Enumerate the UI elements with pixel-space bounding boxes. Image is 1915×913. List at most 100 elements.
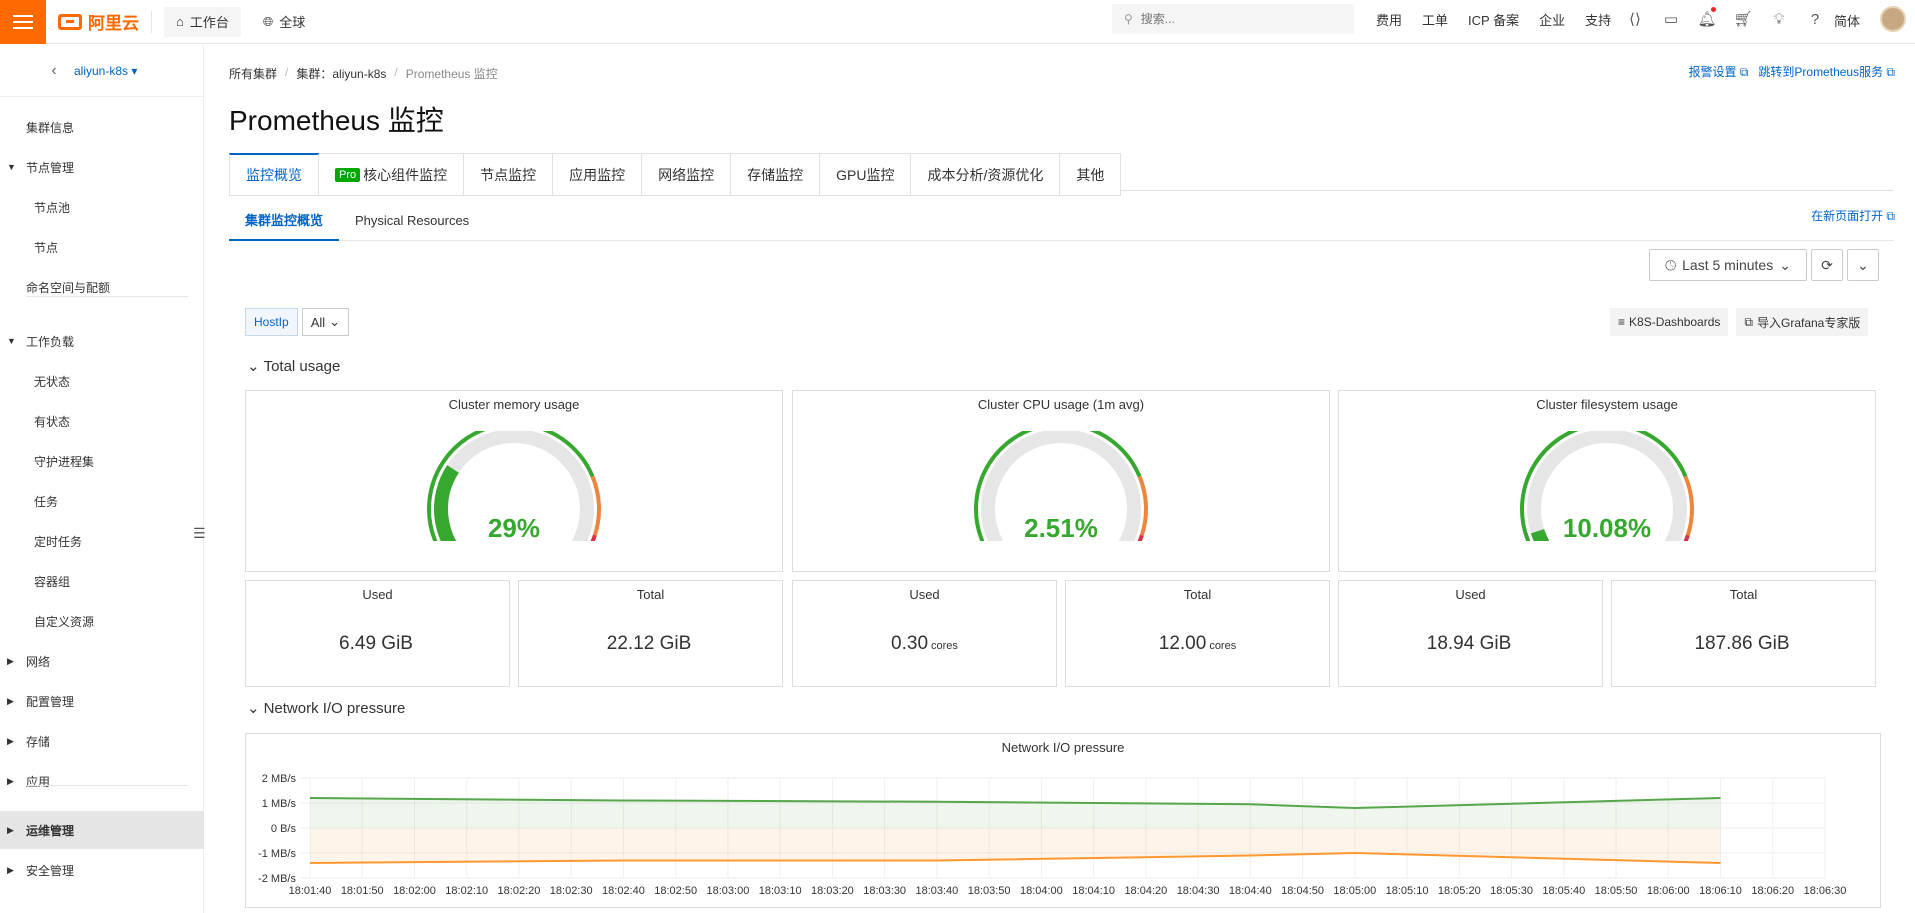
sidebar-item[interactable]: 有状态: [0, 402, 204, 440]
sidebar-item[interactable]: 容器组: [0, 562, 204, 600]
stat-title: Used: [362, 587, 393, 602]
stat-value: 18.94 GiB: [1339, 633, 1602, 655]
open-new-page-link[interactable]: 在新页面打开 ⧉: [1811, 207, 1895, 224]
hostip-select[interactable]: All ⌄: [301, 308, 350, 336]
tab-app[interactable]: 应用监控: [553, 153, 643, 196]
sidebar-item[interactable]: 节点: [0, 228, 204, 266]
search-input[interactable]: [1140, 12, 1321, 26]
sidebar-item[interactable]: ▶ 配置管理: [0, 682, 204, 720]
x-tick-label: 18:06:30: [1804, 885, 1847, 897]
stat-panel: Total 22.12 GiB: [518, 580, 783, 687]
main-content: 所有集群 / 集群：aliyun-k8s / Prometheus 监控 报警设置 …: [204, 45, 1915, 913]
sidebar-item[interactable]: 定时任务: [0, 522, 204, 560]
top-link-enterprise[interactable]: 企业: [1539, 10, 1565, 29]
region-selector[interactable]: 🌐︎ 全球: [263, 12, 305, 31]
menu-icon[interactable]: [0, 0, 46, 44]
x-tick-label: 18:06:10: [1699, 885, 1742, 897]
row-total-usage[interactable]: ⌄ Total usage: [247, 357, 341, 376]
tab-label: 存储监控: [747, 166, 804, 183]
x-tick-label: 18:01:40: [289, 885, 332, 897]
sidebar-item-label: 定时任务: [34, 534, 83, 549]
panel-title: Cluster CPU usage (1m avg): [977, 397, 1145, 412]
x-tick-label: 18:02:30: [550, 885, 593, 897]
row-title: Total usage: [263, 357, 341, 375]
refresh-interval-button[interactable]: ⌄: [1847, 249, 1879, 281]
sidebar-item[interactable]: 自定义资源: [0, 602, 204, 640]
sidebar-item-label: 配置管理: [26, 694, 75, 709]
header-actions: 报警设置 ⧉ 跳转到Prometheus服务 ⧉: [1688, 63, 1895, 80]
y-tick-label: 0 B/s: [271, 823, 297, 835]
expand-icon: ▶: [7, 824, 14, 835]
stat-panel: Used 0.30 cores: [792, 580, 1057, 687]
breadcrumb-all-clusters[interactable]: 所有集群: [229, 65, 277, 82]
panel-title: Network I/O pressure: [1001, 740, 1125, 755]
stat-number: 6.49 GiB: [339, 633, 413, 654]
top-link-ticket[interactable]: 工单: [1422, 10, 1448, 29]
sidebar-item[interactable]: 守护进程集: [0, 442, 204, 480]
tab-core-components[interactable]: Pro 核心组件监控: [319, 153, 465, 196]
x-tick-label: 18:04:40: [1229, 885, 1272, 897]
sidebar-item[interactable]: 节点池: [0, 188, 204, 226]
sidebar-item-label: 守护进程集: [34, 454, 95, 469]
sidebar-item[interactable]: ▶ 运维管理: [0, 811, 204, 849]
k8s-dashboards-link[interactable]: ≡ K8S-Dashboards: [1610, 308, 1729, 336]
top-link-icp[interactable]: ICP 备案: [1468, 10, 1519, 29]
jump-prometheus-link[interactable]: 跳转到Prometheus服务 ⧉: [1758, 63, 1895, 80]
tab-network[interactable]: 网络监控: [642, 153, 732, 196]
breadcrumb-cluster[interactable]: 集群：aliyun-k8s: [296, 65, 386, 82]
workbench-button[interactable]: ⌂ 工作台: [164, 6, 241, 37]
back-arrow-icon[interactable]: ‹: [34, 62, 74, 80]
alert-settings-link[interactable]: 报警设置 ⧉: [1688, 63, 1748, 80]
tab-label: 应用监控: [569, 166, 626, 183]
dashboard-links: ≡ K8S-Dashboards ⧉ 导入Grafana专家版: [1610, 308, 1869, 336]
cluster-selector[interactable]: aliyun-k8s ▾: [74, 64, 137, 78]
stat-panel: Used 6.49 GiB: [245, 580, 510, 687]
sidebar-item[interactable]: ▶ 应用: [0, 762, 204, 800]
tab-label: 成本分析/资源优化: [927, 166, 1044, 183]
language-switch[interactable]: 简体: [1834, 11, 1860, 30]
subtab-cluster-overview[interactable]: 集群监控概览: [229, 199, 340, 241]
sidebar-item[interactable]: ▼ 节点管理: [0, 148, 204, 186]
x-tick-label: 18:03:20: [811, 885, 854, 897]
terminal-icon[interactable]: ▭: [1653, 10, 1689, 28]
subtab-physical-resources[interactable]: Physical Resources: [339, 199, 485, 241]
tab-gpu[interactable]: GPU监控: [820, 153, 912, 196]
bulb-icon[interactable]: 💡︎: [1761, 11, 1797, 28]
y-tick-label: 2 MB/s: [262, 773, 297, 785]
brand-logo[interactable]: 阿里云: [58, 9, 139, 34]
time-range-button[interactable]: 🕓︎ Last 5 minutes ⌄: [1649, 249, 1807, 281]
top-link-billing[interactable]: 费用: [1376, 10, 1402, 29]
breadcrumb-current: Prometheus 监控: [405, 67, 498, 81]
sidebar-item[interactable]: ▶ 安全管理: [0, 851, 204, 889]
refresh-button[interactable]: ⟳: [1811, 249, 1843, 281]
sidebar-item[interactable]: 集群信息: [0, 108, 204, 146]
grafana-import-link[interactable]: ⧉ 导入Grafana专家版: [1736, 308, 1869, 336]
sidebar-item[interactable]: 命名空间与配额: [0, 268, 204, 306]
row-network[interactable]: ⌄ Network I/O pressure: [247, 699, 405, 718]
help-icon[interactable]: ?: [1797, 11, 1833, 28]
tab-overview[interactable]: 监控概览: [229, 153, 319, 196]
sidebar-item[interactable]: ▶ 存储: [0, 722, 204, 760]
sidebar-item-label: 命名空间与配额: [26, 280, 111, 295]
open-new-page-label: 在新页面打开: [1811, 209, 1884, 223]
tab-node[interactable]: 节点监控: [464, 153, 554, 196]
tab-label: 网络监控: [658, 166, 715, 183]
k8s-dashboards-label: K8S-Dashboards: [1629, 315, 1721, 329]
workbench-label: 工作台: [189, 15, 229, 30]
stat-value: 6.49 GiB: [246, 633, 509, 655]
search-box[interactable]: ⚲: [1112, 4, 1354, 34]
sidebar-item[interactable]: ▼ 工作负载: [0, 322, 204, 360]
bell-icon[interactable]: 🔔︎: [1689, 7, 1725, 28]
tab-other[interactable]: 其他: [1060, 153, 1122, 196]
sidebar-item[interactable]: 无状态: [0, 362, 204, 400]
stat-title: Used: [909, 587, 940, 602]
code-icon[interactable]: ⟨⟩: [1617, 10, 1653, 28]
sidebar-item[interactable]: ▶ 网络: [0, 642, 204, 680]
avatar[interactable]: [1880, 6, 1906, 32]
tab-storage[interactable]: 存储监控: [731, 153, 821, 196]
cart-icon[interactable]: 🛒︎: [1725, 10, 1761, 28]
top-link-support[interactable]: 支持: [1585, 10, 1611, 29]
chevron-down-icon: ⌄: [1857, 256, 1869, 273]
tab-cost[interactable]: 成本分析/资源优化: [911, 153, 1061, 196]
sidebar-item[interactable]: 任务: [0, 482, 204, 520]
